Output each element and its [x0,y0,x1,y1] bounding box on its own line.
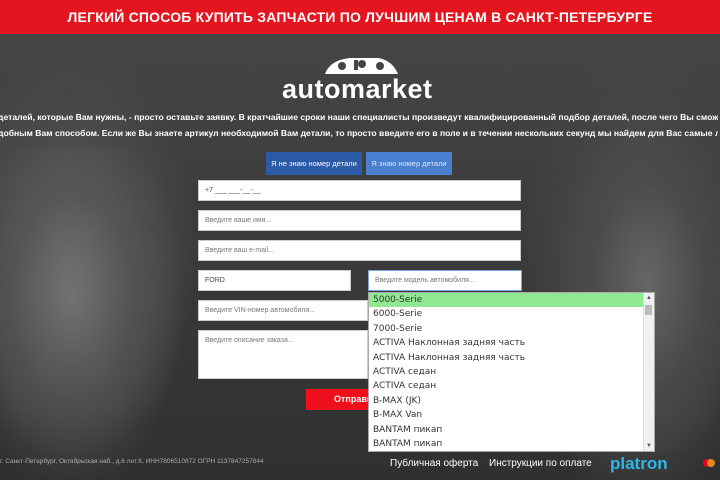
vin-field[interactable]: Введите VIN-номер автомобиля... [198,300,368,321]
brand-field[interactable]: FORD [198,270,351,291]
top-banner: ЛЕГКИЙ СПОСОБ КУПИТЬ ЗАПЧАСТИ ПО ЛУЧШИМ … [0,0,720,34]
dropdown-scrollbar[interactable]: ▲ ▼ [643,293,654,451]
email-field[interactable]: Введите ваш e-mail... [198,240,521,261]
dropdown-option[interactable]: 7000-Serie [369,322,654,336]
payment-instructions-link[interactable]: Инструкции по оплате [489,458,592,469]
dropdown-option[interactable]: BANTAM пикап [369,423,654,437]
dropdown-option[interactable]: BANTAM пикап [369,437,654,451]
scroll-up-arrow-icon[interactable]: ▲ [644,293,654,303]
scrollbar-thumb[interactable] [645,305,652,315]
dropdown-option[interactable]: 6000-Serie [369,307,654,321]
dropdown-option[interactable]: 5000-Serie [369,293,654,308]
footer-company-info: г. Санкт-Петербург, Октябрьская наб., д.… [0,458,264,465]
order-description-field[interactable]: Введите описание заказа... [198,330,368,379]
description-line-1: деталей, которые Вам нужны, - просто ост… [0,112,718,122]
dropdown-option[interactable]: ACTIVA седан [369,365,654,379]
platron-logo: platron [610,454,668,473]
logo-text[interactable]: automarket [282,74,452,105]
description-line-2: добным Вам способом. Если же Вы знаете а… [0,128,718,138]
scroll-down-arrow-icon[interactable]: ▼ [644,441,654,451]
model-field[interactable]: Введите модель автомобиля... [368,270,522,291]
dropdown-option[interactable]: ACTIVA седан [369,379,654,393]
dropdown-option[interactable]: ACTIVA Наклонная задняя часть [369,336,654,350]
dropdown-option[interactable]: B-MAX Van [369,408,654,422]
name-field[interactable]: Введите ваше имя... [198,210,521,231]
mastercard-icon [703,459,715,467]
model-dropdown-list[interactable]: 5000-Serie 6000-Serie 7000-Serie ACTIVA … [368,292,655,452]
submit-button[interactable]: Отправить [306,389,370,410]
tab-known-part-number[interactable]: Я знаю номер детали [366,152,452,175]
background-figure-left [0,150,180,480]
dropdown-option[interactable]: ACTIVA Наклонная задняя часть [369,351,654,365]
tab-unknown-part-number[interactable]: Я не знаю номер детали [266,152,362,175]
public-offer-link[interactable]: Публичная оферта [390,458,478,469]
phone-field[interactable]: +7 ___ ___-__-__ [198,180,521,201]
dropdown-option[interactable]: B-MAX (JK) [369,394,654,408]
